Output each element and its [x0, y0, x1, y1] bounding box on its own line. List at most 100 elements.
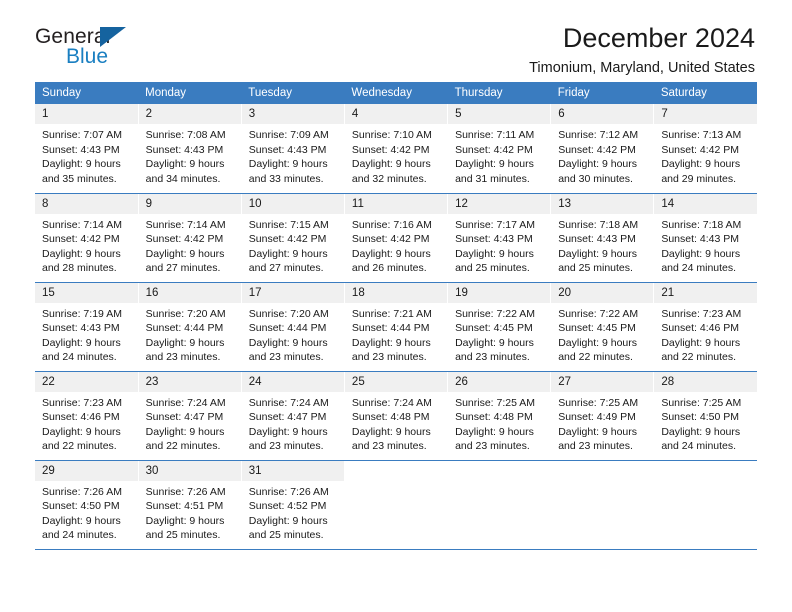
daylight-text-line2: and 23 minutes. [145, 351, 221, 363]
day-number: 4 [344, 104, 448, 124]
day-number: 3 [241, 104, 344, 124]
sunset-text: Sunset: 4:43 PM [455, 233, 533, 245]
daylight-text-line2: and 28 minutes. [42, 262, 117, 274]
daylight-text-line1: Daylight: 9 hours [351, 425, 431, 438]
sunset-text: Sunset: 4:42 PM [661, 143, 739, 156]
day-details: Sunrise: 7:26 AM Sunset: 4:52 PM Dayligh… [242, 481, 344, 543]
day-cell[interactable]: 30 Sunrise: 7:26 AM Sunset: 4:51 PM Dayl… [137, 460, 242, 550]
day-cell[interactable]: 15 Sunrise: 7:19 AM Sunset: 4:43 PM Dayl… [35, 282, 139, 372]
day-number [551, 460, 654, 481]
weekday-header-wednesday: Wednesday [344, 82, 448, 104]
sunset-text: Sunset: 4:43 PM [145, 143, 224, 156]
day-cell[interactable]: 5 Sunrise: 7:11 AM Sunset: 4:42 PM Dayli… [447, 104, 551, 194]
sunrise-text: Sunrise: 7:19 AM [42, 307, 122, 320]
day-cell[interactable]: 21 Sunrise: 7:23 AM Sunset: 4:46 PM Dayl… [653, 282, 757, 372]
day-cell[interactable]: 16 Sunrise: 7:20 AM Sunset: 4:44 PM Dayl… [137, 282, 242, 372]
sunset-text: Sunset: 4:50 PM [661, 411, 739, 423]
daylight-text-line1: Daylight: 9 hours [248, 425, 328, 438]
day-cell[interactable]: 7 Sunrise: 7:13 AM Sunset: 4:42 PM Dayli… [653, 104, 757, 194]
day-cell[interactable]: 25 Sunrise: 7:24 AM Sunset: 4:48 PM Dayl… [343, 371, 448, 461]
day-cell[interactable]: 12 Sunrise: 7:17 AM Sunset: 4:43 PM Dayl… [447, 193, 551, 283]
daylight-text-line2: and 25 minutes. [455, 262, 530, 274]
day-details: Sunrise: 7:20 AM Sunset: 4:44 PM Dayligh… [139, 303, 241, 365]
sunset-text: Sunset: 4:47 PM [248, 411, 327, 423]
day-cell[interactable]: 31 Sunrise: 7:26 AM Sunset: 4:52 PM Dayl… [240, 460, 345, 550]
sunrise-text: Sunrise: 7:11 AM [455, 129, 535, 141]
day-number [344, 460, 448, 481]
daylight-text-line2: and 23 minutes. [351, 351, 427, 363]
day-number: 18 [344, 282, 448, 303]
day-cell[interactable]: 17 Sunrise: 7:20 AM Sunset: 4:44 PM Dayl… [240, 282, 345, 372]
calendar-week-row: 15 Sunrise: 7:19 AM Sunset: 4:43 PM Dayl… [35, 282, 757, 372]
day-details: Sunrise: 7:08 AM Sunset: 4:43 PM Dayligh… [139, 124, 241, 186]
daylight-text-line2: and 31 minutes. [455, 172, 530, 185]
day-cell[interactable]: 19 Sunrise: 7:22 AM Sunset: 4:45 PM Dayl… [447, 282, 551, 372]
daylight-text-line1: Daylight: 9 hours [455, 425, 534, 438]
daylight-text-line2: and 25 minutes. [248, 529, 324, 541]
daylight-text-line2: and 25 minutes. [558, 262, 633, 274]
sunrise-text: Sunrise: 7:16 AM [351, 218, 432, 231]
day-cell[interactable]: 20 Sunrise: 7:22 AM Sunset: 4:45 PM Dayl… [550, 282, 654, 372]
general-blue-logo[interactable]: General Blue [35, 26, 215, 74]
sunrise-text: Sunrise: 7:15 AM [248, 218, 329, 231]
day-number: 6 [551, 104, 654, 124]
daylight-text-line1: Daylight: 9 hours [145, 425, 225, 438]
day-cell[interactable]: 28 Sunrise: 7:25 AM Sunset: 4:50 PM Dayl… [653, 371, 757, 461]
daylight-text-line1: Daylight: 9 hours [661, 247, 741, 260]
day-cell[interactable]: 10 Sunrise: 7:15 AM Sunset: 4:42 PM Dayl… [240, 193, 345, 283]
sunrise-text: Sunrise: 7:12 AM [558, 129, 639, 141]
sunrise-text: Sunrise: 7:24 AM [351, 396, 432, 409]
sunset-text: Sunset: 4:44 PM [248, 322, 327, 334]
day-cell[interactable]: 6 Sunrise: 7:12 AM Sunset: 4:42 PM Dayli… [550, 104, 654, 194]
sunrise-sunset-calendar: Sunday Monday Tuesday Wednesday Thursday… [35, 82, 757, 550]
day-cell[interactable]: 26 Sunrise: 7:25 AM Sunset: 4:48 PM Dayl… [447, 371, 551, 461]
day-details: Sunrise: 7:26 AM Sunset: 4:51 PM Dayligh… [139, 481, 241, 543]
day-number: 22 [35, 371, 138, 392]
daylight-text-line2: and 27 minutes. [248, 262, 324, 274]
day-cell[interactable]: 3 Sunrise: 7:09 AM Sunset: 4:43 PM Dayli… [240, 104, 345, 194]
sunrise-text: Sunrise: 7:22 AM [455, 307, 536, 320]
sunrise-text: Sunrise: 7:22 AM [558, 307, 639, 320]
day-cell[interactable]: 2 Sunrise: 7:08 AM Sunset: 4:43 PM Dayli… [137, 104, 242, 194]
day-details: Sunrise: 7:20 AM Sunset: 4:44 PM Dayligh… [242, 303, 344, 365]
daylight-text-line2: and 24 minutes. [661, 262, 737, 274]
sunrise-text: Sunrise: 7:21 AM [351, 307, 432, 320]
sunrise-text: Sunrise: 7:17 AM [455, 218, 536, 231]
day-details: Sunrise: 7:23 AM Sunset: 4:46 PM Dayligh… [654, 303, 757, 365]
day-number: 2 [138, 104, 241, 124]
day-cell[interactable]: 8 Sunrise: 7:14 AM Sunset: 4:42 PM Dayli… [35, 193, 139, 283]
day-cell[interactable]: 1 Sunrise: 7:07 AM Sunset: 4:43 PM Dayli… [35, 104, 139, 194]
day-cell[interactable]: 22 Sunrise: 7:23 AM Sunset: 4:46 PM Dayl… [35, 371, 139, 461]
sunset-text: Sunset: 4:42 PM [558, 143, 636, 156]
day-number: 25 [344, 371, 448, 392]
day-cell[interactable]: 23 Sunrise: 7:24 AM Sunset: 4:47 PM Dayl… [137, 371, 242, 461]
calendar-week-row: 29 Sunrise: 7:26 AM Sunset: 4:50 PM Dayl… [35, 460, 757, 550]
weekday-header-sunday: Sunday [35, 82, 139, 104]
day-cell[interactable]: 11 Sunrise: 7:16 AM Sunset: 4:42 PM Dayl… [343, 193, 448, 283]
sunrise-text: Sunrise: 7:20 AM [145, 307, 226, 320]
day-details: Sunrise: 7:25 AM Sunset: 4:50 PM Dayligh… [654, 392, 757, 454]
sunset-text: Sunset: 4:44 PM [351, 322, 430, 334]
daylight-text-line1: Daylight: 9 hours [42, 247, 121, 260]
weekday-header-saturday: Saturday [653, 82, 757, 104]
day-cell[interactable]: 14 Sunrise: 7:18 AM Sunset: 4:43 PM Dayl… [653, 193, 757, 283]
day-details: Sunrise: 7:23 AM Sunset: 4:46 PM Dayligh… [35, 392, 138, 454]
daylight-text-line2: and 23 minutes. [455, 351, 530, 363]
sunset-text: Sunset: 4:48 PM [351, 411, 430, 423]
daylight-text-line2: and 23 minutes. [351, 440, 427, 452]
sunset-text: Sunset: 4:42 PM [42, 233, 120, 245]
day-details: Sunrise: 7:24 AM Sunset: 4:47 PM Dayligh… [242, 392, 344, 454]
day-cell[interactable]: 29 Sunrise: 7:26 AM Sunset: 4:50 PM Dayl… [35, 460, 139, 550]
day-cell[interactable]: 4 Sunrise: 7:10 AM Sunset: 4:42 PM Dayli… [343, 104, 448, 194]
day-details: Sunrise: 7:25 AM Sunset: 4:48 PM Dayligh… [448, 392, 550, 454]
day-cell[interactable]: 13 Sunrise: 7:18 AM Sunset: 4:43 PM Dayl… [550, 193, 654, 283]
day-cell[interactable]: 24 Sunrise: 7:24 AM Sunset: 4:47 PM Dayl… [240, 371, 345, 461]
day-cell[interactable]: 18 Sunrise: 7:21 AM Sunset: 4:44 PM Dayl… [343, 282, 448, 372]
weekday-header-monday: Monday [138, 82, 242, 104]
daylight-text-line1: Daylight: 9 hours [455, 247, 534, 260]
day-cell[interactable]: 27 Sunrise: 7:25 AM Sunset: 4:49 PM Dayl… [550, 371, 654, 461]
day-cell[interactable]: 9 Sunrise: 7:14 AM Sunset: 4:42 PM Dayli… [137, 193, 242, 283]
sunrise-text: Sunrise: 7:23 AM [42, 396, 122, 409]
daylight-text-line2: and 22 minutes. [145, 440, 221, 452]
sunrise-text: Sunrise: 7:20 AM [248, 307, 329, 320]
